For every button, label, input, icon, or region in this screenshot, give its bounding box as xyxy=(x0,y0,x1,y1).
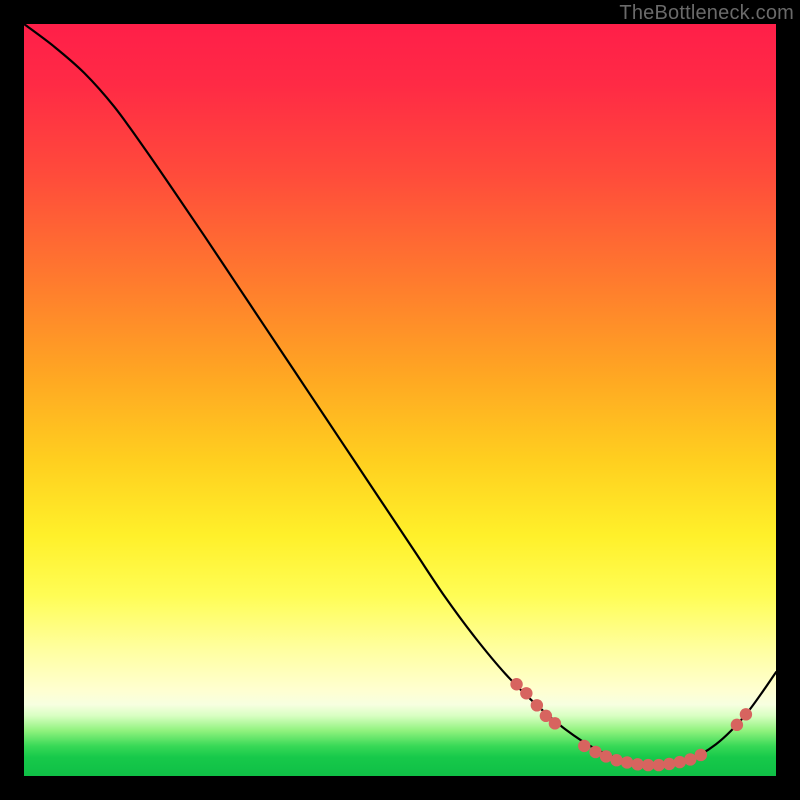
curve-marker xyxy=(740,708,752,720)
curve-marker xyxy=(520,687,532,699)
curve-marker xyxy=(663,758,675,770)
curve-marker xyxy=(631,758,643,770)
chart-stage: TheBottleneck.com xyxy=(0,0,800,800)
curve-marker xyxy=(610,754,622,766)
curve-marker xyxy=(695,749,707,761)
curve-marker xyxy=(549,717,561,729)
curve-marker xyxy=(600,750,612,762)
chart-svg xyxy=(24,24,776,776)
curve-marker xyxy=(621,756,633,768)
curve-marker xyxy=(652,759,664,771)
watermark-label: TheBottleneck.com xyxy=(619,2,794,25)
gradient-plot-area xyxy=(24,24,776,776)
bottleneck-curve xyxy=(24,24,776,765)
curve-marker xyxy=(731,719,743,731)
curve-marker xyxy=(531,699,543,711)
curve-marker xyxy=(510,678,522,690)
curve-markers xyxy=(510,678,752,771)
curve-marker xyxy=(578,740,590,752)
curve-marker xyxy=(674,756,686,768)
